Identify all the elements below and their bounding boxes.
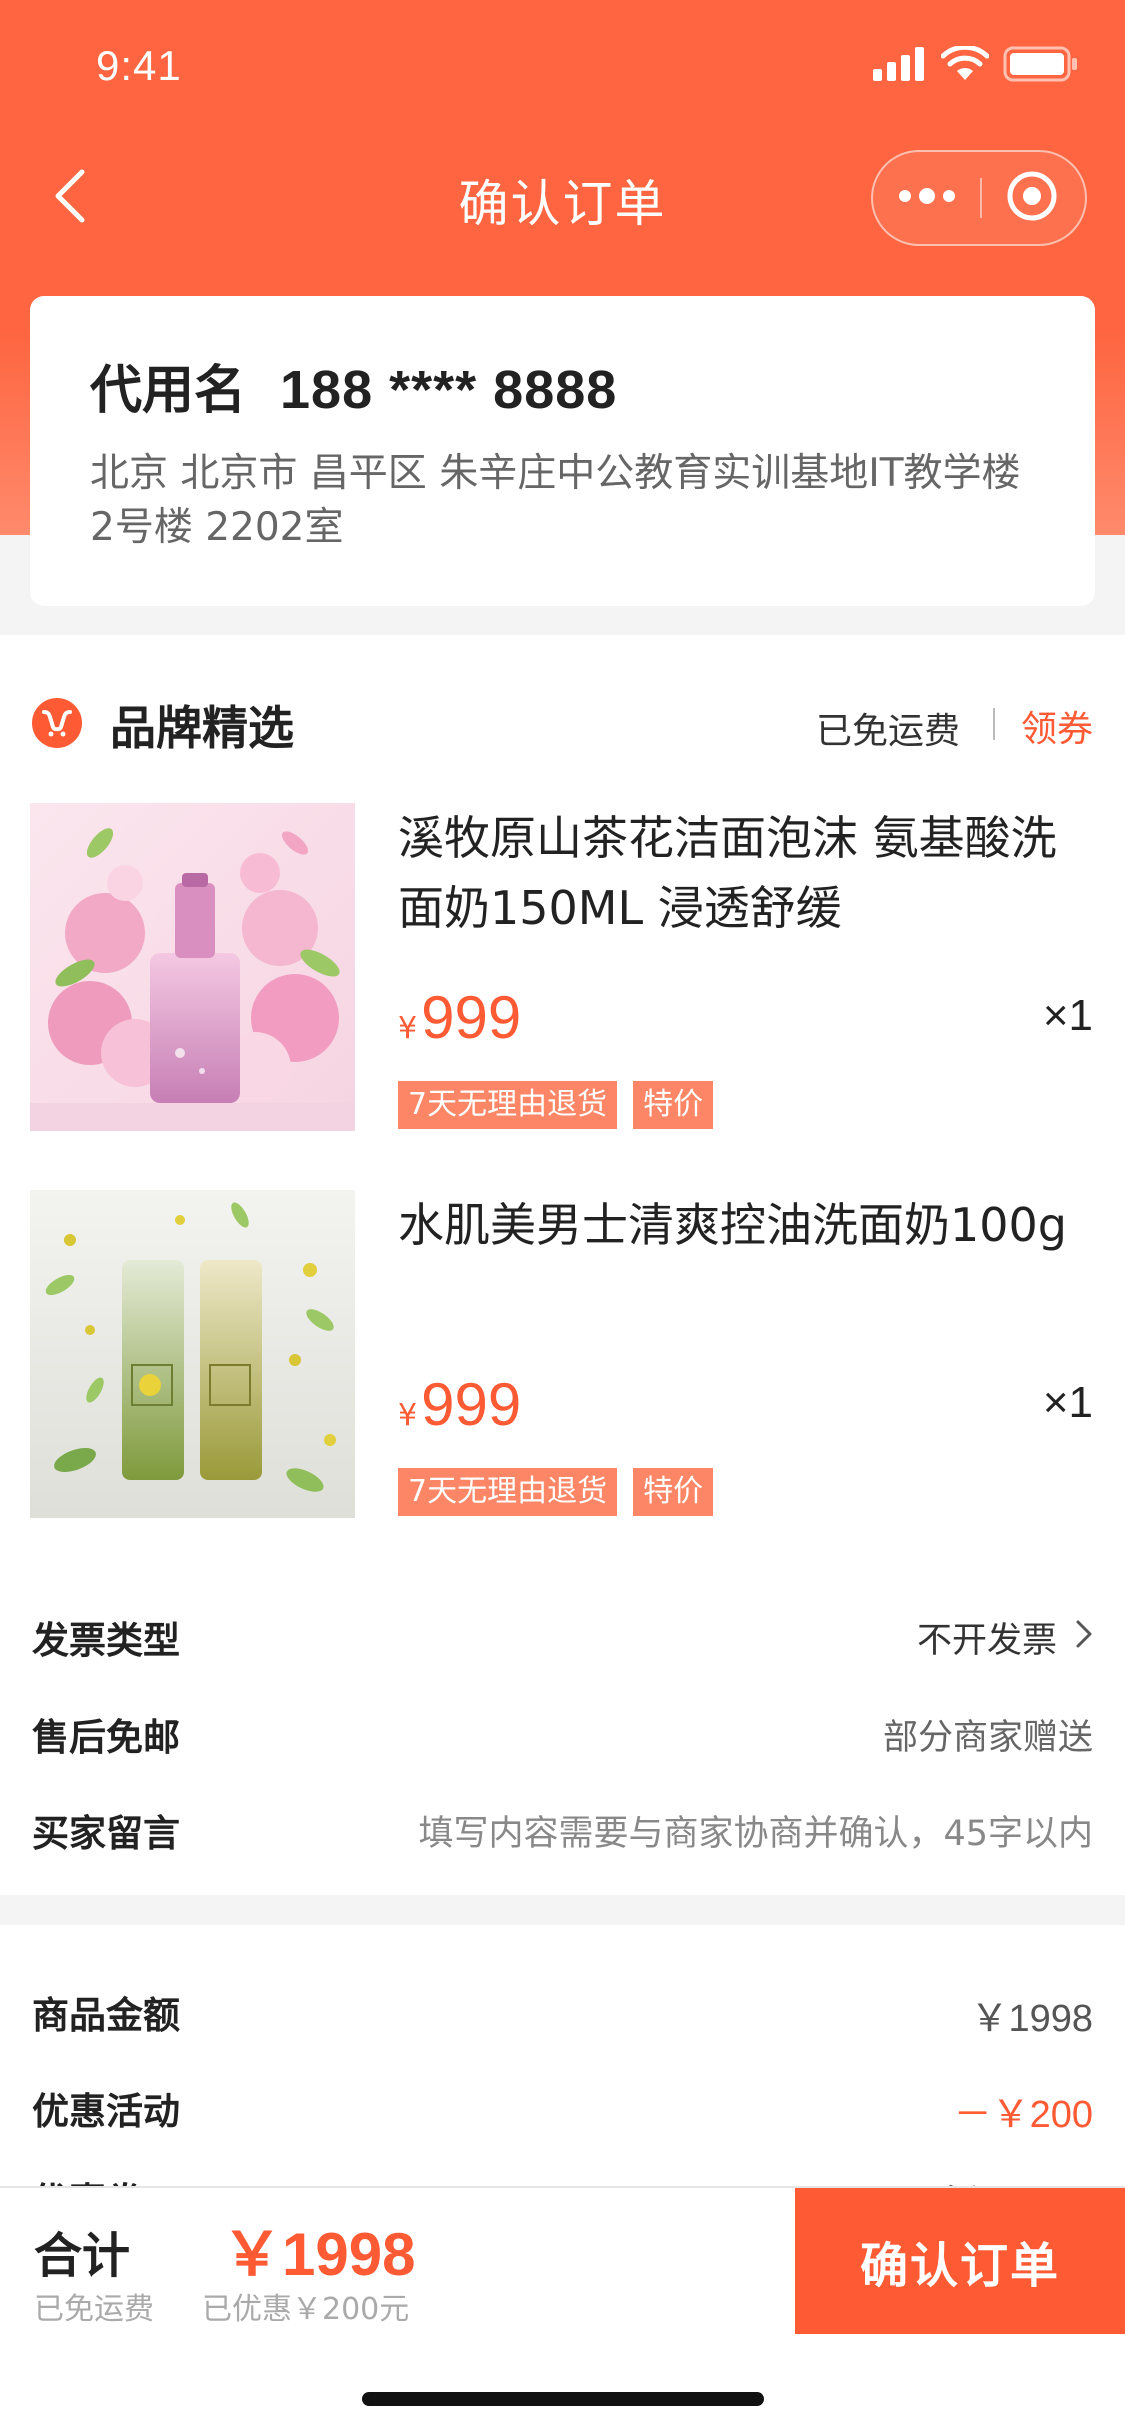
tag-return-policy: 7天无理由退货 xyxy=(398,1081,618,1129)
aftersale-shipping-row: 售后免邮 部分商家赠送 xyxy=(0,1707,1125,1767)
invoice-type-text: 不开发票 xyxy=(916,1621,1057,1661)
shipping-note: 已免运费 xyxy=(815,711,960,752)
status-time: 9:41 xyxy=(96,42,182,89)
chevron-right-icon xyxy=(1075,1618,1093,1658)
more-dots-icon xyxy=(897,186,957,210)
invoice-type-value: 不开发票 xyxy=(917,1612,1093,1663)
buyer-message-row[interactable]: 买家留言 填写内容需要与商家协商并确认，45字以内 xyxy=(0,1803,1125,1863)
mini-program-capsule xyxy=(871,150,1087,246)
currency-symbol: ¥ xyxy=(398,1011,418,1046)
price-value: 999 xyxy=(421,984,522,1051)
wifi-icon xyxy=(940,44,990,86)
promotion-row: 优惠活动 －￥200 xyxy=(0,2081,1125,2141)
product-title: 水肌美男士清爽控油洗面奶100g xyxy=(398,1198,1067,1252)
home-indicator xyxy=(362,2392,764,2406)
goods-amount-value: ￥1998 xyxy=(970,1998,1093,2040)
price-value: 999 xyxy=(421,1371,522,1438)
buyer-message-input[interactable]: 填写内容需要与商家协商并确认，45字以内 xyxy=(418,1805,1093,1856)
aftersale-shipping-label: 售后免邮 xyxy=(32,1716,180,1759)
product-quantity: ×1 xyxy=(1042,1378,1093,1427)
aftersale-shipping-value: 部分商家赠送 xyxy=(882,1718,1093,1758)
status-icons xyxy=(873,44,1079,86)
product-quantity: ×1 xyxy=(1042,991,1093,1040)
status-bar: 9:41 xyxy=(0,0,1125,132)
address-detail: 北京 北京市 昌平区 朱辛庄中公教育实训基地IT教学楼 2号楼 2202室 xyxy=(90,451,1021,550)
store-logo-icon xyxy=(32,698,82,748)
product-image xyxy=(30,803,355,1131)
store-header: 品牌精选 已免运费 领券 xyxy=(0,690,1125,770)
product-item[interactable]: 溪牧原山茶花洁面泡沫 氨基酸洗面奶150ML 浸透舒缓 ¥ 999 ×1 7天无… xyxy=(0,803,1125,1133)
recipient-name: 代用名 xyxy=(90,361,247,421)
nav-bar: 确认订单 xyxy=(0,140,1125,260)
product-image xyxy=(30,1190,355,1518)
close-circle-icon xyxy=(1005,169,1059,227)
address-card[interactable]: 代用名 188 **** 8888 北京 北京市 昌平区 朱辛庄中公教育实训基地… xyxy=(30,296,1095,606)
invoice-type-row[interactable]: 发票类型 不开发票 xyxy=(0,1610,1125,1670)
product-item[interactable]: 水肌美男士清爽控油洗面奶100g ¥ 999 ×1 7天无理由退货 特价 xyxy=(0,1190,1125,1520)
product-price: ¥ 999 xyxy=(398,1370,521,1439)
header-divider xyxy=(993,708,995,740)
product-tags: 7天无理由退货 特价 xyxy=(398,1468,714,1516)
coupon-link[interactable]: 领券 xyxy=(1021,700,1093,752)
discount-note: 已优惠￥200元 xyxy=(202,2292,410,2327)
goods-amount-label: 商品金额 xyxy=(32,1994,180,2037)
tag-return-policy: 7天无理由退货 xyxy=(398,1468,618,1516)
total-amount: ￥1998 xyxy=(222,2221,416,2288)
currency-symbol: ¥ xyxy=(398,1398,418,1433)
signal-icon xyxy=(873,47,927,85)
goods-amount-row: 商品金额 ￥1998 xyxy=(0,1985,1125,2045)
product-title: 溪牧原山茶花洁面泡沫 氨基酸洗面奶150ML 浸透舒缓 xyxy=(398,811,1057,935)
address-contact: 代用名 188 **** 8888 xyxy=(90,348,1037,423)
tag-special-price: 特价 xyxy=(633,1468,714,1516)
confirm-order-button[interactable]: 确认订单 xyxy=(795,2188,1125,2334)
battery-icon xyxy=(1003,46,1079,86)
promotion-value: －￥200 xyxy=(953,2094,1093,2136)
store-name: 品牌精选 xyxy=(110,701,294,755)
buyer-message-label: 买家留言 xyxy=(32,1812,180,1855)
close-button[interactable] xyxy=(978,152,1085,244)
invoice-type-label: 发票类型 xyxy=(32,1619,180,1662)
total-label: 合计 xyxy=(34,2228,131,2284)
free-shipping-note: 已免运费 xyxy=(34,2292,154,2327)
recipient-phone: 188 **** 8888 xyxy=(280,360,618,420)
store-section: 品牌精选 已免运费 领券 溪牧原山茶花洁面泡沫 氨基酸洗面奶150ML 浸透舒缓… xyxy=(0,635,1125,1895)
promotion-label: 优惠活动 xyxy=(32,2090,180,2133)
product-tags: 7天无理由退货 特价 xyxy=(398,1081,714,1129)
tag-special-price: 特价 xyxy=(633,1081,714,1129)
more-button[interactable] xyxy=(873,152,980,244)
product-price: ¥ 999 xyxy=(398,983,521,1052)
